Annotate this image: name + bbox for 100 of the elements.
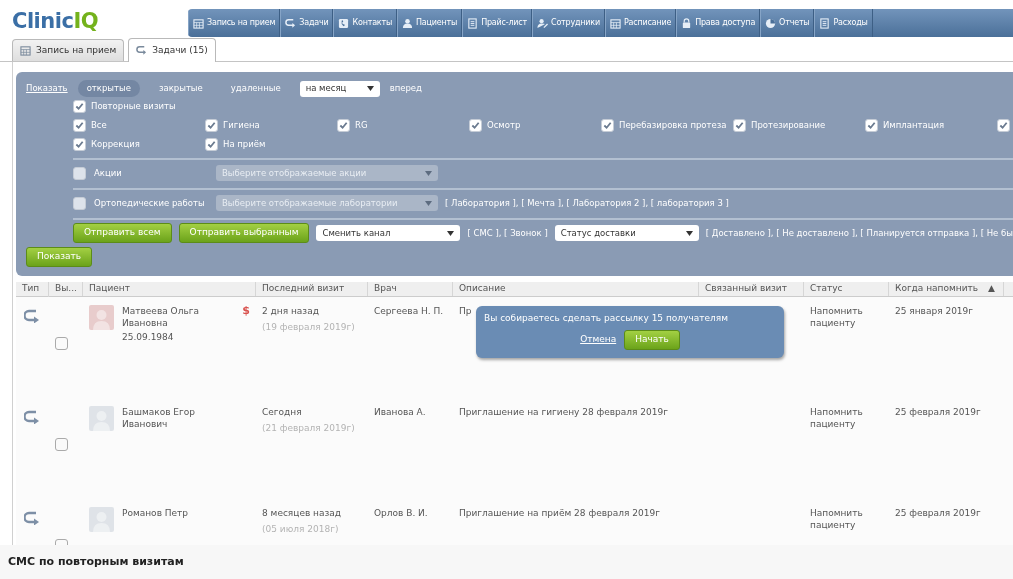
column-header[interactable]: Описание [453, 282, 699, 296]
calendar-icon [193, 17, 204, 29]
status: Напомнить пациенту [810, 507, 864, 531]
last-visit-date: (19 февраля 2019г) [262, 320, 356, 334]
last-visit-date: (05 июля 2018г) [262, 522, 340, 536]
checkbox[interactable] [337, 119, 350, 132]
delivery-status-links[interactable]: [ Доставлено ], [ Не доставлено ], [ Планируется отправка ], [ Не бы [705, 226, 1013, 240]
column-header[interactable]: Врач [368, 282, 453, 296]
checkbox[interactable] [205, 138, 218, 151]
channel-links[interactable]: [ СМС ], [ Звонок ] [467, 226, 548, 240]
reminder-date: 25 февраля 2019г [895, 508, 981, 518]
column-header[interactable]: Когда напомнить ▲ [889, 282, 1004, 296]
delivery-status-select[interactable]: Статус доставки [554, 225, 699, 241]
nav-button[interactable]: Права доступа [676, 9, 761, 37]
nav-button[interactable]: Контакты [333, 9, 398, 37]
send-all-button[interactable]: Отправить всем [73, 223, 172, 243]
return-arrow-icon [136, 45, 148, 56]
calendar-icon [20, 45, 31, 56]
nav-button[interactable]: Пациенты [397, 9, 463, 37]
patient-name[interactable]: Башмаков Егор Иванович [122, 406, 222, 430]
doctor-name: Сергеева Н. П. [374, 306, 444, 316]
checkbox[interactable] [865, 119, 878, 132]
column-header[interactable]: Пациент [83, 282, 256, 296]
nav-button[interactable]: Отчеты [760, 9, 815, 37]
caret-icon [447, 230, 455, 236]
column-header[interactable]: Тип [16, 282, 49, 296]
checkbox-label: RG [355, 119, 368, 132]
doctor-name: Иванова А. [374, 407, 426, 417]
document-icon [819, 17, 831, 29]
lock-icon [681, 17, 693, 29]
description: Приглашение на приём 28 февраля 2019г [459, 508, 660, 518]
start-button[interactable]: Начать [624, 329, 680, 350]
tab[interactable]: Запись на прием [12, 39, 125, 61]
column-header[interactable]: Статус [804, 282, 889, 296]
checkbox[interactable] [73, 196, 86, 210]
tab[interactable]: Задачи (15) [128, 38, 216, 62]
checkbox-label: Акции [94, 166, 122, 180]
checkbox-label: Повторные визиты [91, 100, 176, 113]
phone-icon [338, 17, 350, 29]
channel-select[interactable]: Сменить канал [316, 225, 461, 241]
reminder-date: 25 февраля 2019г [895, 407, 981, 417]
nav-button[interactable]: Сотрудники [532, 9, 605, 37]
period-select[interactable]: на месяц [299, 80, 380, 97]
popup-message: Вы собираетесь сделать рассылку 15 получателям [484, 312, 729, 325]
patient-name[interactable]: Матвеева Ольга Ивановна [122, 305, 222, 329]
status: Напомнить пациенту [810, 305, 864, 329]
description: Пр [459, 306, 472, 316]
doctor-name: Орлов В. И. [374, 508, 428, 518]
nav-button[interactable]: Расписание [604, 9, 677, 37]
row-checkbox[interactable] [55, 438, 68, 451]
column-header[interactable]: Вы... [49, 282, 83, 296]
checkbox[interactable] [733, 119, 746, 132]
laboratory-links[interactable]: [ Лаборатория ], [ Мечта ], [ Лаборатория 2 ], [ лаборатория 3 ] [445, 196, 729, 210]
checkbox-label: Все [91, 119, 107, 132]
document-icon [467, 17, 479, 29]
direction-label: вперед [389, 82, 422, 95]
caret-icon [425, 200, 432, 206]
column-header[interactable]: Связанный визит [699, 282, 804, 296]
checkbox[interactable] [73, 166, 86, 180]
state-tab[interactable]: открытые [77, 80, 140, 97]
checkbox-label: Протезирование [751, 119, 826, 132]
checkbox[interactable] [205, 119, 218, 132]
checkbox-label: Гигиена [223, 119, 260, 132]
calendar-icon [609, 17, 621, 29]
nav-button[interactable]: Расходы [814, 9, 873, 37]
caret-icon [366, 86, 374, 91]
checkbox[interactable] [73, 119, 86, 132]
show-link[interactable]: Показать [26, 82, 68, 95]
row-checkbox[interactable] [55, 337, 68, 350]
show-button[interactable]: Показать [26, 247, 93, 267]
return-arrow-icon [24, 511, 40, 525]
checkbox[interactable] [601, 119, 614, 132]
checkbox[interactable] [73, 138, 86, 151]
checkbox-label: Перебазировка протеза [619, 119, 727, 132]
send-selected-button[interactable]: Отправить выбранным [178, 223, 310, 243]
state-tab[interactable]: закрытые [149, 80, 212, 97]
state-tab[interactable]: удаленные [221, 80, 290, 97]
cancel-link[interactable]: Отмена [580, 332, 617, 347]
logo: ClinicIQ [11, 11, 100, 32]
nav-button[interactable]: Запись на прием [188, 9, 281, 37]
status: Напомнить пациенту [810, 406, 864, 430]
checkbox[interactable] [469, 119, 482, 132]
last-visit: Сегодня [262, 406, 303, 419]
caret-icon [425, 170, 432, 176]
last-visit-date: (21 февраля 2019г) [262, 421, 356, 435]
person-icon [402, 17, 414, 29]
patient-name[interactable]: Романов Петр [122, 507, 222, 519]
nav-button[interactable]: Прайс-лист [462, 9, 532, 37]
checkbox-label: Ортопедические работы [94, 196, 205, 210]
return-arrow-icon [285, 17, 297, 29]
birth-date: 25.09.1984 [122, 331, 175, 344]
checkbox-label: Осмотр [487, 119, 521, 132]
checkbox-label: На приём [223, 138, 266, 151]
checkbox[interactable] [997, 119, 1010, 132]
checkbox-label: Имплантация [883, 119, 945, 132]
nav-button[interactable]: Задачи [280, 9, 334, 37]
column-header[interactable]: Последний визит [256, 282, 368, 296]
person-edit-icon [537, 17, 548, 29]
checkbox[interactable] [73, 100, 86, 113]
caption: СМС по повторным визитам [0, 545, 1013, 579]
